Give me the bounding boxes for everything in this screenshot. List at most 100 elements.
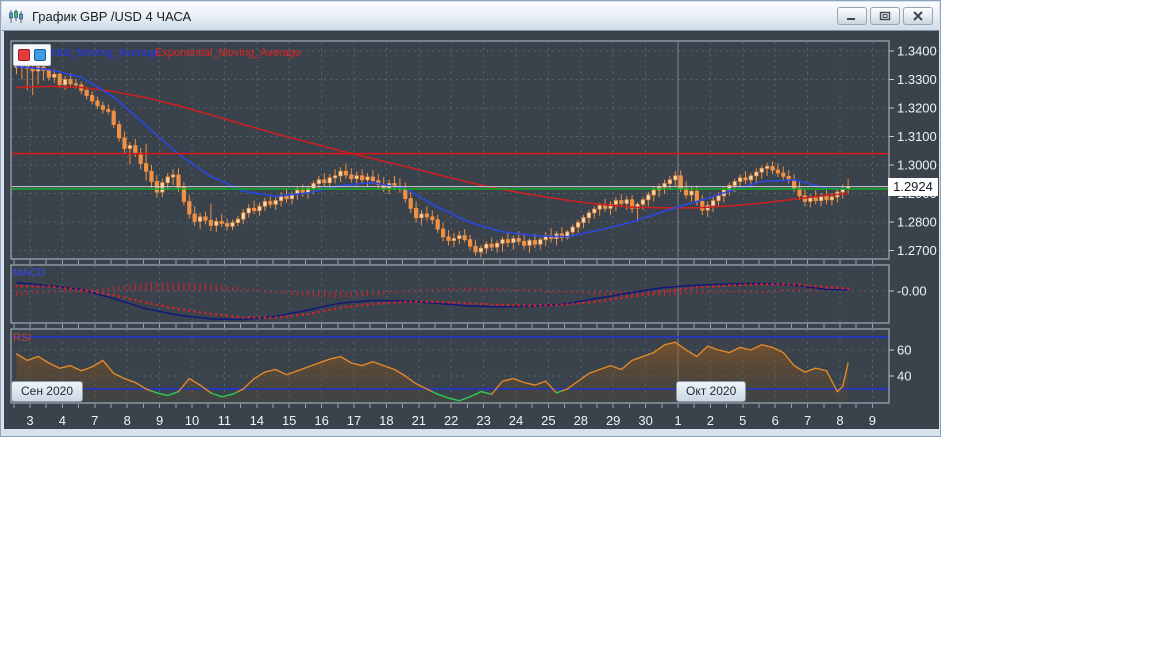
macd-signal-dot: [237, 316, 240, 319]
macd-signal-dot: [577, 302, 580, 305]
ema-fast-legend-label: ential_Moving_Average: [45, 47, 160, 59]
macd-signal-dot: [436, 300, 439, 303]
macd-signal-dot: [280, 316, 283, 319]
panel-border: [11, 265, 889, 323]
macd-signal-dot: [685, 287, 688, 290]
macd-signal-dot: [139, 300, 142, 303]
candle: [668, 180, 671, 184]
macd-signal-dot: [193, 310, 196, 313]
chart-canvas[interactable]: 1.34001.33001.32001.31001.30001.29001.28…: [4, 31, 939, 429]
candle: [711, 201, 714, 206]
candle: [539, 240, 542, 245]
macd-signal-dot: [274, 316, 277, 319]
macd-signal-dot: [539, 304, 542, 307]
macd-signal-dot: [723, 284, 726, 287]
chart-client-area: 1.34001.33001.32001.31001.30001.29001.28…: [4, 31, 939, 429]
macd-signal-dot: [377, 302, 380, 305]
macd-signal-dot: [334, 308, 337, 311]
candle: [771, 166, 774, 170]
macd-signal-dot: [550, 304, 553, 307]
macd-signal-dot: [523, 304, 526, 307]
day-label: 14: [250, 413, 264, 428]
macd-signal-dot: [102, 292, 105, 295]
titlebar[interactable]: График GBP /USD 4 ЧАСА: [2, 2, 939, 31]
day-label: 21: [412, 413, 426, 428]
candle: [501, 240, 504, 244]
candle: [641, 200, 644, 205]
day-label: 3: [26, 413, 33, 428]
candle: [647, 195, 650, 200]
macd-signal-dot: [447, 301, 450, 304]
macd-signal-dot: [177, 308, 180, 311]
macd-signal-dot: [64, 287, 67, 290]
macd-signal-dot: [847, 287, 850, 290]
desktop: График GBP /USD 4 ЧАСА: [0, 0, 1152, 648]
candle: [441, 229, 444, 237]
macd-signal-dot: [544, 304, 547, 307]
macd-signal-dot: [37, 285, 40, 288]
candle: [733, 182, 736, 186]
macd-signal-dot: [728, 284, 731, 287]
candle: [625, 200, 628, 204]
macd-signal-dot: [453, 301, 456, 304]
candle: [301, 190, 304, 193]
close-button[interactable]: [903, 7, 933, 25]
candle: [328, 178, 331, 183]
macd-signal-dot: [253, 316, 256, 319]
day-label: 5: [739, 413, 746, 428]
candle: [366, 177, 369, 180]
macd-signal-dot: [696, 286, 699, 289]
macd-signal-dot: [798, 284, 801, 287]
candle: [188, 201, 191, 214]
candle: [350, 175, 353, 179]
candle: [344, 171, 347, 175]
macd-signal-dot: [426, 300, 429, 303]
candle: [333, 176, 336, 178]
macd-signal-dot: [615, 297, 618, 300]
candle: [209, 220, 212, 225]
macd-signal-dot: [323, 310, 326, 313]
macd-signal-dot: [712, 285, 715, 288]
macd-signal-dot: [204, 312, 207, 315]
minimize-button[interactable]: [837, 7, 867, 25]
day-label: 1: [674, 413, 681, 428]
macd-signal-dot: [766, 283, 769, 286]
macd-signal-dot: [706, 285, 709, 288]
macd-signal-dot: [463, 302, 466, 305]
macd-signal-dot: [91, 290, 94, 293]
macd-signal-dot: [717, 285, 720, 288]
macd-signal-dot: [215, 313, 218, 316]
macd-signal-dot: [480, 303, 483, 306]
macd-signal-dot: [474, 302, 477, 305]
day-label: 18: [379, 413, 393, 428]
macd-signal-dot: [26, 285, 29, 288]
rsi-axis-label: 60: [897, 343, 911, 358]
day-label: 2: [707, 413, 714, 428]
candle: [74, 84, 77, 85]
candle: [258, 206, 261, 210]
current-price-label: 1.2924: [888, 178, 938, 196]
ema-red-swatch-button[interactable]: [18, 49, 30, 61]
candle: [171, 175, 174, 177]
day-label: 22: [444, 413, 458, 428]
price-axis-label: 1.2700: [897, 243, 937, 258]
day-label: 8: [836, 413, 843, 428]
macd-signal-dot: [118, 295, 121, 298]
candle: [112, 111, 115, 124]
candle: [225, 223, 228, 226]
rsi-label: RSI: [13, 332, 31, 344]
day-label: 9: [869, 413, 876, 428]
macd-signal-dot: [755, 283, 758, 286]
macd-signal-dot: [571, 303, 574, 306]
macd-signal-dot: [58, 286, 61, 289]
panel-border: [11, 41, 889, 259]
maximize-button[interactable]: [870, 7, 900, 25]
macd-signal-dot: [183, 309, 186, 312]
macd-signal-dot: [269, 316, 272, 319]
ema-blue-swatch-button[interactable]: [34, 49, 46, 61]
macd-signal-dot: [145, 301, 148, 304]
price-axis-label: 1.3400: [897, 44, 937, 59]
macd-signal-dot: [172, 307, 175, 310]
candle: [252, 208, 255, 210]
candle: [177, 175, 180, 187]
